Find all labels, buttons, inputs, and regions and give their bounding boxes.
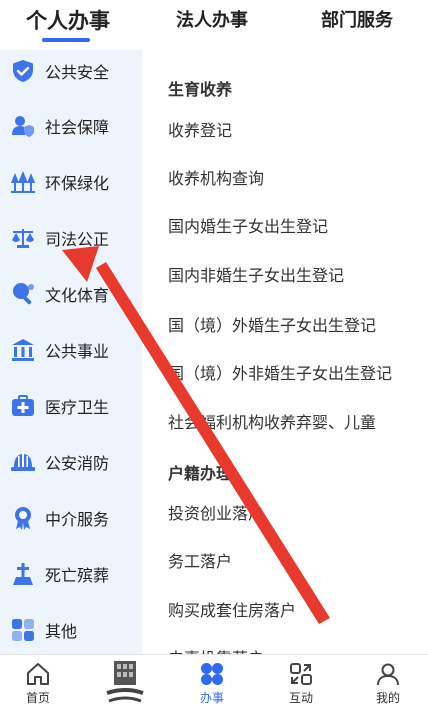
section-title-household-registration: 户籍办理 — [168, 464, 233, 483]
home-icon — [27, 663, 49, 685]
nav-home[interactable]: 首页 — [0, 655, 78, 710]
tab-legal-person[interactable]: 法人办事 — [176, 6, 248, 32]
nav-services[interactable]: 办事 — [172, 655, 252, 710]
nav-label: 办事 — [199, 691, 224, 705]
sidebar-item-label: 司法公正 — [45, 230, 110, 249]
sidebar-item-environment[interactable]: 环保绿化 — [0, 157, 142, 207]
sidebar-item-label: 社会保障 — [45, 118, 110, 137]
apps-icon — [201, 663, 223, 685]
service-item[interactable]: 国（境）外婚生子女出生登记 — [168, 312, 376, 336]
interaction-icon — [290, 663, 312, 685]
sidebar-item-social-security[interactable]: 社会保障 — [0, 101, 142, 151]
sidebar-item-label: 公共事业 — [45, 342, 110, 361]
nav-label: 我的 — [375, 691, 400, 705]
service-list[interactable]: 生育收养 收养登记 收养机构查询 国内婚生子女出生登记 国内非婚生子女出生登记 … — [142, 50, 428, 654]
sidebar-item-funeral[interactable]: 死亡殡葬 — [0, 549, 142, 599]
sidebar-item-label: 环保绿化 — [45, 174, 110, 193]
nav-label: 互动 — [288, 691, 313, 705]
sidebar-item-label: 公共安全 — [45, 63, 110, 82]
tab-department-service[interactable]: 部门服务 — [321, 6, 393, 32]
active-tab-indicator — [42, 38, 90, 42]
top-tab-bar: 个人办事 法人办事 部门服务 — [0, 0, 428, 50]
service-item[interactable]: 投资创业落户 — [168, 500, 264, 524]
ping-pong-icon — [13, 283, 34, 305]
medical-kit-icon — [12, 395, 34, 416]
sidebar-item-public-utilities[interactable]: 公共事业 — [0, 325, 142, 375]
sidebar-item-label: 中介服务 — [45, 510, 110, 529]
sidebar-item-public-safety[interactable]: 公共安全 — [0, 50, 142, 96]
service-item[interactable]: 国内婚生子女出生登记 — [168, 213, 328, 237]
award-badge-icon — [15, 507, 31, 530]
sidebar-item-label: 公安消防 — [45, 454, 110, 473]
sidebar-item-medical[interactable]: 医疗卫生 — [0, 381, 142, 431]
service-item[interactable]: 收养登记 — [168, 117, 232, 141]
nav-yukuaiban[interactable] — [85, 655, 165, 710]
sidebar-item-justice[interactable]: 司法公正 — [0, 213, 142, 263]
section-title-birth-adoption: 生育收养 — [168, 80, 233, 99]
sidebar-item-label: 文化体育 — [45, 286, 110, 305]
user-icon — [377, 663, 399, 686]
nav-label: 首页 — [25, 691, 50, 705]
service-item[interactable]: 务工落户 — [168, 548, 232, 572]
sidebar-item-fire-police[interactable]: 公安消防 — [0, 437, 142, 487]
grid-apps-icon — [12, 619, 34, 641]
category-sidebar[interactable]: 公共安全 社会保障 环保绿化 司法公正 文化体育 公共事业 医疗卫生 公安消防 … — [0, 50, 142, 654]
cross-monument-icon — [13, 563, 33, 585]
sidebar-item-culture-sports[interactable]: 文化体育 — [0, 269, 142, 319]
service-item[interactable]: 收养机构查询 — [168, 165, 264, 189]
fire-helmet-icon — [11, 452, 35, 471]
nav-interaction[interactable]: 互动 — [261, 655, 341, 710]
sidebar-item-label: 其他 — [45, 622, 78, 641]
sidebar-item-label: 医疗卫生 — [45, 398, 110, 417]
institution-icon — [12, 339, 34, 361]
service-item[interactable]: 夫妻投靠落户 — [168, 645, 264, 654]
bottom-nav-bar: 首页 办事 互动 我的 — [0, 654, 428, 710]
sidebar-item-label: 死亡殡葬 — [45, 566, 110, 585]
service-item[interactable]: 社会福利机构收养弃婴、儿童 — [168, 409, 376, 433]
trees-icon — [11, 171, 35, 193]
shield-check-icon — [13, 60, 33, 82]
tab-personal[interactable]: 个人办事 — [26, 5, 110, 35]
scales-icon — [12, 229, 34, 248]
person-shield-icon — [12, 116, 34, 137]
service-item[interactable]: 购买成套住房落户 — [168, 597, 296, 621]
sidebar-item-other[interactable]: 其他 — [0, 605, 142, 654]
service-item[interactable]: 国内非婚生子女出生登记 — [168, 262, 344, 286]
service-item[interactable]: 国（境）外非婚生子女出生登记 — [168, 360, 392, 384]
nav-mine[interactable]: 我的 — [348, 655, 428, 710]
yukuaiban-logo-icon — [106, 661, 144, 703]
sidebar-item-agency[interactable]: 中介服务 — [0, 493, 142, 543]
